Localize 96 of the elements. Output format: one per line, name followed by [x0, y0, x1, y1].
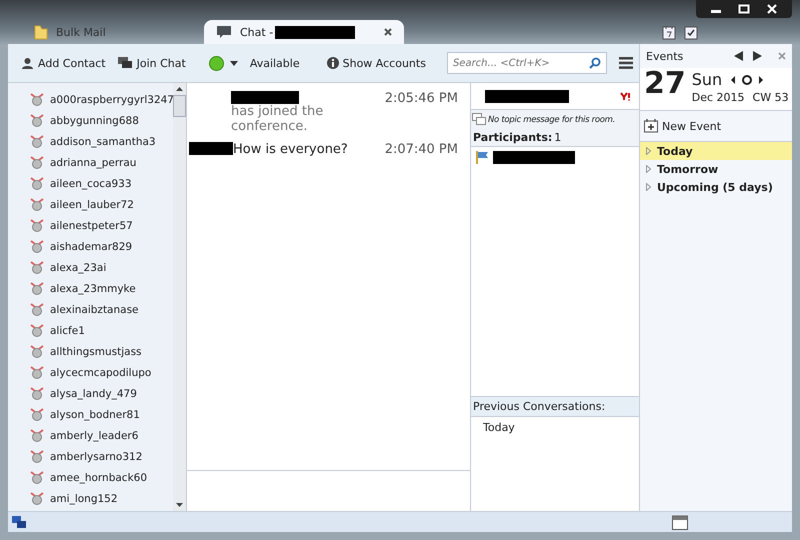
contact-item[interactable]: a000raspberrygyrl3247: [30, 89, 173, 110]
contact-item[interactable]: alexa_23mmyke: [30, 278, 173, 299]
info-icon: [326, 57, 339, 69]
offline-status-icon: [30, 219, 44, 232]
participants-count: 1: [554, 131, 562, 144]
tab-label: Bulk Mail: [56, 26, 106, 38]
contact-item[interactable]: alycecmcapodilupo: [30, 362, 173, 383]
offline-status-icon: [30, 408, 44, 421]
expand-icon: [646, 147, 651, 155]
status-label: Available: [250, 56, 300, 70]
system-message: has joined the conference.: [231, 104, 324, 134]
calendar-week: CW 53: [752, 91, 789, 104]
scroll-down-icon[interactable]: [176, 503, 183, 507]
offline-status-icon: [30, 324, 44, 337]
status-icon[interactable]: [208, 56, 224, 70]
offline-status-icon: [30, 450, 44, 463]
contact-item[interactable]: amberlysarno312: [30, 446, 173, 467]
chat-bubbles-icon: [118, 56, 133, 70]
offline-status-icon: [30, 282, 44, 295]
weekday: Sun: [692, 70, 722, 89]
offline-status-icon: [30, 303, 44, 316]
message-time: 2:07:40 PM: [384, 142, 458, 157]
tab-label: Chat -: [240, 26, 274, 38]
offline-status-icon: [30, 345, 44, 358]
contact-item[interactable]: amberly_leader6: [30, 425, 173, 446]
contact-item[interactable]: alicfe1: [30, 320, 173, 341]
join-chat-button[interactable]: Join Chat: [114, 54, 189, 72]
month-year: Dec 2015: [692, 91, 745, 104]
person-icon: [21, 56, 34, 70]
contact-item[interactable]: alexinaibztanase: [30, 299, 173, 320]
protocol-icon: [620, 92, 633, 100]
flag-icon: [475, 150, 489, 164]
contact-item[interactable]: amee_hornback60: [30, 467, 173, 488]
contact-item[interactable]: aileen_lauber72: [30, 194, 173, 215]
calendar-icon[interactable]: [662, 25, 676, 40]
menu-icon[interactable]: [619, 57, 633, 69]
offline-status-icon: [30, 240, 44, 253]
contact-item[interactable]: adrianna_perrau: [30, 152, 173, 173]
day-navigation-icon[interactable]: [730, 74, 764, 86]
offline-status-icon: [30, 387, 44, 400]
search-icon: [589, 57, 601, 69]
previous-icon[interactable]: [734, 51, 743, 61]
maximize-icon[interactable]: [738, 4, 750, 14]
add-contact-button[interactable]: Add Contact: [18, 54, 109, 72]
dropdown-icon[interactable]: [230, 60, 238, 66]
new-event-button[interactable]: New Event: [640, 111, 792, 141]
redacted-text: [231, 91, 299, 104]
offline-status-icon: [30, 114, 44, 127]
search-field[interactable]: Search... <Ctrl+K>: [446, 52, 607, 74]
contact-item[interactable]: ami_long152: [30, 488, 173, 509]
show-accounts-button[interactable]: Show Accounts: [324, 54, 429, 72]
redacted-text: [189, 142, 233, 155]
contact-item[interactable]: aileen_coca933: [30, 173, 173, 194]
folder-icon: [34, 24, 48, 40]
expand-icon: [646, 165, 651, 173]
previous-conversations-header: Previous Conversations:: [471, 396, 639, 417]
connection-icon[interactable]: [12, 516, 26, 528]
participants-label: Participants:: [473, 131, 552, 144]
offline-status-icon: [30, 261, 44, 274]
event-group[interactable]: Upcoming (5 days): [640, 178, 792, 196]
day-number: 27: [644, 68, 686, 100]
calendar-icon[interactable]: [672, 514, 688, 530]
contact-item[interactable]: abbygunning688: [30, 110, 173, 131]
offline-status-icon: [30, 429, 44, 442]
pane-title: Events: [646, 50, 684, 62]
contact-item[interactable]: ailenestpeter57: [30, 215, 173, 236]
conversation-item[interactable]: Today: [483, 421, 627, 434]
scroll-thumb[interactable]: [173, 95, 186, 117]
contact-item[interactable]: aishademar829: [30, 236, 173, 257]
chat-message: How is everyone?: [233, 142, 348, 157]
task-icon[interactable]: [684, 25, 698, 40]
message-time: 2:05:46 PM: [384, 91, 458, 108]
contact-item[interactable]: alyson_bodner81: [30, 404, 173, 425]
contact-item[interactable]: addison_samantha3: [30, 131, 173, 152]
offline-status-icon: [30, 177, 44, 190]
event-group[interactable]: Tomorrow: [640, 160, 792, 178]
offline-status-icon: [30, 156, 44, 169]
contact-item[interactable]: alysa_landy_479: [30, 383, 173, 404]
chat-bubble-icon: [216, 25, 232, 39]
expand-icon: [646, 183, 651, 191]
offline-status-icon: [30, 135, 44, 148]
offline-status-icon: [30, 366, 44, 379]
offline-status-icon: [30, 492, 44, 505]
contact-item[interactable]: allthingsmustjass: [30, 341, 173, 362]
event-group[interactable]: Today: [640, 142, 792, 160]
contact-item[interactable]: alexa_23ai: [30, 257, 173, 278]
tab[interactable]: Chat -: [204, 20, 404, 44]
close-icon[interactable]: [384, 28, 392, 36]
scroll-up-icon[interactable]: [176, 87, 183, 91]
offline-status-icon: [30, 198, 44, 211]
offline-status-icon: [30, 471, 44, 484]
calendar-add-icon: [644, 119, 658, 133]
next-icon[interactable]: [753, 51, 762, 61]
topic-text: No topic message for this room.: [488, 114, 616, 124]
scrollbar[interactable]: [173, 83, 186, 511]
offline-status-icon: [30, 93, 44, 106]
